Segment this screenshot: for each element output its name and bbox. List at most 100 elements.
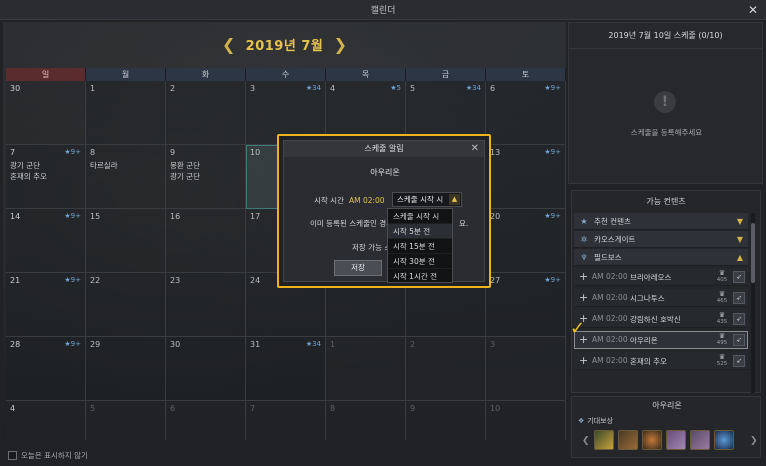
dropdown-option[interactable]: 시작 15분 전 [388,239,452,254]
day-number: 2 [410,340,416,349]
pin-icon[interactable]: ➶ [733,334,745,346]
hide-today-checkbox[interactable] [8,451,17,460]
reward-next-icon[interactable]: ❯ [750,436,758,446]
content-scrollbar[interactable] [751,213,755,393]
day-number: 7 [250,404,256,413]
content-category[interactable]: ♆ 필드보스 ▲ [574,249,748,266]
pin-icon[interactable]: ➶ [733,271,745,283]
alert-timing-select[interactable]: 스케줄 시작 시 ▲ [392,192,462,207]
pin-icon[interactable]: ➶ [733,355,745,367]
calendar-day-cell[interactable]: 16 [166,209,246,273]
star-count-badge: ★9+ [544,276,561,284]
dialog-header: 스케줄 알림 ✕ [284,141,484,157]
day-number: 17 [250,212,261,221]
expected-reward-label: ❖ 기대보상 [578,416,613,426]
add-schedule-icon[interactable]: + [579,270,588,283]
calendar-day-cell[interactable]: 6 ★9+ [486,81,566,145]
calendar-day-cell[interactable]: 8 타르실라 [86,145,166,209]
prev-month-icon[interactable]: ❮ [222,35,236,54]
helmet-icon: ♛ [718,332,726,340]
chevron-up-icon[interactable]: ▲ [737,253,743,262]
weekday-header: 목 [326,68,406,81]
star-count-badge: ★9+ [64,276,81,284]
close-icon[interactable]: ✕ [746,3,760,17]
calendar-day-cell[interactable]: 7 [246,401,326,440]
calendar-day-cell[interactable]: 4 [6,401,86,440]
reward-item-chest-2[interactable] [690,430,710,450]
pin-icon[interactable]: ➶ [733,313,745,325]
calendar-day-cell[interactable]: 2 [166,81,246,145]
calendar-day-cell[interactable]: 28 ★9+ [6,337,86,401]
boss-level-value: 435 [716,319,728,325]
day-number: 21 [10,276,21,285]
calendar-day-cell[interactable]: 13 ★9+ [486,145,566,209]
reward-item-card[interactable] [594,430,614,450]
calendar-day-cell[interactable]: 30 [166,337,246,401]
calendar-day-cell[interactable]: 14 ★9+ [6,209,86,273]
calendar-day-cell[interactable]: 3 [486,337,566,401]
pin-icon[interactable]: ➶ [733,292,745,304]
field-boss-row[interactable]: + AM 02:00 브리아레오스 ♛ 405 ➶ [574,268,748,286]
field-boss-row[interactable]: + AM 02:00 혼재의 추오 ♛ 525 ➶ [574,352,748,370]
dropdown-option[interactable]: 시작 1시간 전 [388,269,452,284]
start-time-row: 시작 시간 AM 02:00 [314,195,385,206]
field-boss-row[interactable]: + AM 02:00 강림하신 호박신 ♛ 435 ➶ [574,310,748,328]
star-count-badge: ★34 [465,84,481,92]
calendar-event: 타르실라 [90,161,118,170]
reward-item-chest[interactable] [666,430,686,450]
dropdown-option[interactable]: 스케줄 시작 시 [388,209,452,224]
calendar-day-cell[interactable]: 9 [406,401,486,440]
calendar-day-cell[interactable]: 20 ★9+ [486,209,566,273]
reward-item-gem[interactable] [714,430,734,450]
reward-prev-icon[interactable]: ❮ [582,436,590,446]
calendar-day-cell[interactable]: 10 [486,401,566,440]
helmet-icon: ♛ [718,311,726,319]
dropdown-option[interactable]: 시작 5분 전 [388,224,452,239]
available-content-panel: 가능 컨텐츠 ★ 추천 컨텐츠 ▼ ✲ 카오스게이트 ▼ ♆ 필드보스 ▲ + AM 02:00 브리… [571,190,761,393]
next-month-icon[interactable]: ❯ [333,35,347,54]
field-boss-row[interactable]: + AM 02:00 아우리온 ♛ 495 ➶ [574,331,748,349]
star-count-badge: ★34 [305,340,321,348]
reward-item-rune[interactable] [618,430,638,450]
calendar-day-cell[interactable]: 31 ★34 [246,337,326,401]
calendar-day-cell[interactable]: 29 [86,337,166,401]
day-number: 1 [330,340,336,349]
day-schedule-panel: 2019년 7월 10일 스케줄 (0/10) ! 스케줄을 등록해주세요 [568,22,763,184]
add-schedule-icon[interactable]: + [579,354,588,367]
calendar-day-cell[interactable]: 15 [86,209,166,273]
weekday-header: 수 [246,68,326,81]
calendar-day-cell[interactable]: 9 몽환 군단 광기 군단 [166,145,246,209]
day-number: 24 [250,276,261,285]
field-boss-row[interactable]: + AM 02:00 시그나투스 ♛ 465 ➶ [574,289,748,307]
calendar-day-cell[interactable]: 30 [6,81,86,145]
chevron-down-icon[interactable]: ▼ [737,217,743,226]
calendar-day-cell[interactable]: 27 ★9+ [486,273,566,337]
weekday-header: 일 [6,68,86,81]
calendar-day-cell[interactable]: 7 ★9+ 광기 군단 혼재의 추오 [6,145,86,209]
reward-item-ring[interactable] [642,430,662,450]
calendar-day-cell[interactable]: 22 [86,273,166,337]
content-category[interactable]: ✲ 카오스게이트 ▼ [574,231,748,248]
add-schedule-icon[interactable]: + [579,291,588,304]
calendar-day-cell[interactable]: 1 [326,337,406,401]
available-content-title: 가능 컨텐츠 [646,197,686,206]
dropdown-option[interactable]: 시작 30분 전 [388,254,452,269]
calendar-day-cell[interactable]: 21 ★9+ [6,273,86,337]
day-number: 13 [490,148,501,157]
content-category[interactable]: ★ 추천 컨텐츠 ▼ [574,213,748,230]
boss-level: ♛ 465 [715,290,729,305]
save-button[interactable]: 저장 [334,260,382,276]
annotation-check-icon: ✓ [570,318,586,339]
calendar-day-cell[interactable]: 23 [166,273,246,337]
day-number: 31 [250,340,261,349]
calendar-day-cell[interactable]: 6 [166,401,246,440]
dialog-close-icon[interactable]: ✕ [471,141,479,157]
chevron-down-icon[interactable]: ▼ [737,235,743,244]
boss-time: AM 02:00 [592,335,628,344]
scrollbar-thumb[interactable] [751,223,755,283]
calendar-day-cell[interactable]: 2 [406,337,486,401]
calendar-day-cell[interactable]: 1 [86,81,166,145]
calendar-day-cell[interactable]: 8 [326,401,406,440]
chevron-up-icon[interactable]: ▲ [449,194,460,205]
calendar-day-cell[interactable]: 5 [86,401,166,440]
